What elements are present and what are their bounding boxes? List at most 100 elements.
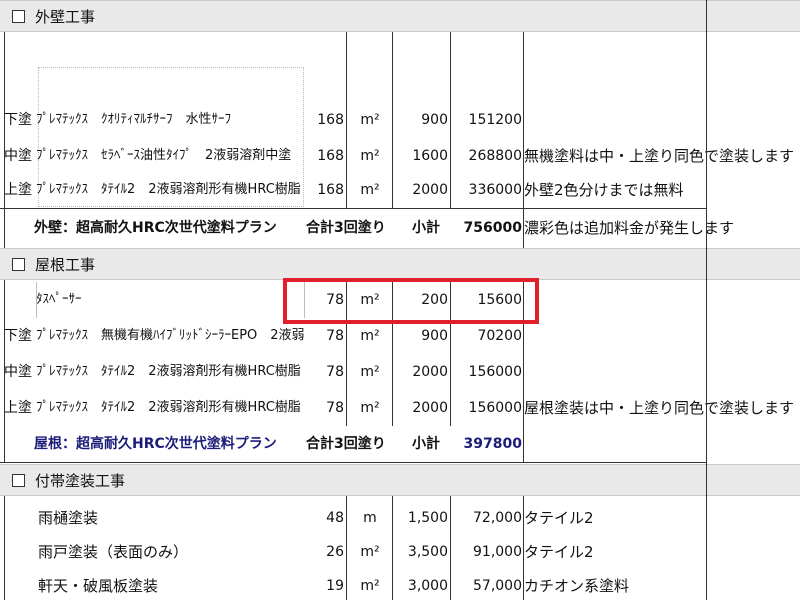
unit-price: 900 bbox=[421, 112, 448, 128]
subtotal: 156000 bbox=[468, 400, 522, 416]
unit: m² bbox=[360, 400, 380, 416]
item-name: ﾌﾟﾚﾏﾃｯｸｽ 無機有機ﾊｲﾌﾞﾘｯﾄﾞｼｰﾗｰEPO 2液弱 bbox=[36, 328, 305, 343]
grid-line bbox=[346, 496, 347, 600]
subtotal-value: 397800 bbox=[463, 436, 522, 452]
quantity: 48 bbox=[326, 510, 344, 526]
section-header-roof[interactable]: 屋根工事 bbox=[0, 248, 706, 280]
grid-line bbox=[706, 0, 707, 600]
unit-price: 2000 bbox=[412, 182, 448, 198]
subtotal-label: 小計 bbox=[412, 220, 440, 236]
coat-label: 中塗 bbox=[4, 364, 32, 380]
unit-price: 1600 bbox=[412, 148, 448, 164]
table-row[interactable]: 雨戸塗装（表面のみ） 26 m² 3,500 91,000 タテイル2 bbox=[0, 534, 800, 570]
quantity: 78 bbox=[326, 364, 344, 380]
divider bbox=[0, 462, 706, 463]
unit-price: 1,500 bbox=[407, 510, 448, 526]
grid-line bbox=[4, 280, 5, 462]
checkbox-icon[interactable] bbox=[12, 257, 25, 271]
section-header-exterior[interactable]: 外壁工事 bbox=[0, 0, 706, 32]
table-row[interactable]: 下塗 ﾌﾟﾚﾏﾃｯｸｽ ｸｵﾘﾃｨﾏﾙﾁｻｰﾌ 水性ｻｰﾌ 168 m² 900… bbox=[0, 102, 800, 138]
quantity: 26 bbox=[326, 544, 344, 560]
quantity: 168 bbox=[317, 182, 344, 198]
unit: m bbox=[363, 510, 377, 526]
item-name: ﾌﾟﾚﾏﾃｯｸｽ ｸｵﾘﾃｨﾏﾙﾁｻｰﾌ 水性ｻｰﾌ bbox=[36, 112, 232, 127]
coat-label: 上塗 bbox=[4, 400, 32, 416]
item-name: ﾌﾟﾚﾏﾃｯｸｽ ﾀﾃｲﾙ2 2液弱溶剤形有機HRC樹脂 bbox=[36, 400, 301, 415]
item-name: ﾌﾟﾚﾏﾃｯｸｽ ﾀﾃｲﾙ2 2液弱溶剤形有機HRC樹脂 bbox=[36, 364, 301, 379]
unit-price: 2000 bbox=[412, 364, 448, 380]
unit: m² bbox=[360, 182, 380, 198]
coat-label bbox=[0, 282, 38, 318]
grid-line bbox=[392, 496, 393, 600]
subtotal-label: 小計 bbox=[412, 436, 440, 452]
subtotal: 57,000 bbox=[473, 578, 522, 594]
unit-price: 3,500 bbox=[407, 544, 448, 560]
subtotal: 151200 bbox=[468, 112, 522, 128]
unit: m² bbox=[360, 364, 380, 380]
unit-price: 2000 bbox=[412, 400, 448, 416]
table-row[interactable]: 中塗 ﾌﾟﾚﾏﾃｯｸｽ ﾀﾃｲﾙ2 2液弱溶剤形有機HRC樹脂 78 m² 20… bbox=[0, 354, 800, 390]
table-row[interactable]: 雨樋塗装 48 m 1,500 72,000 タテイル2 bbox=[0, 500, 800, 536]
unit-price: 3,000 bbox=[407, 578, 448, 594]
table-row[interactable]: 軒天・破風板塗装 19 m² 3,000 57,000 カチオン系塗料 bbox=[0, 568, 800, 604]
total-coats-label: 合計3回塗り bbox=[306, 220, 386, 236]
note: 濃彩色は追加料金が発生します bbox=[524, 219, 735, 237]
table-row[interactable]: 上塗 ﾌﾟﾚﾏﾃｯｸｽ ﾀﾃｲﾙ2 2液弱溶剤形有機HRC樹脂 78 m² 20… bbox=[0, 390, 800, 426]
subtotal: 91,000 bbox=[473, 544, 522, 560]
item-name: ﾌﾟﾚﾏﾃｯｸｽ ｾﾗﾍﾞｰｽ油性ﾀｲﾌﾟ 2液弱溶剤中塗 bbox=[36, 148, 292, 163]
note: カチオン系塗料 bbox=[524, 577, 630, 595]
quantity: 19 bbox=[326, 578, 344, 594]
summary-row-roof: 屋根：超高耐久HRC次世代塗料プラン 合計3回塗り 小計 397800 bbox=[0, 426, 800, 462]
coat-label: 下塗 bbox=[4, 112, 32, 128]
section-title: 付帯塗装工事 bbox=[35, 471, 126, 490]
unit: m² bbox=[360, 578, 380, 594]
item-name: ﾀｽﾍﾟｰｻｰ bbox=[36, 292, 82, 307]
checkbox-icon[interactable] bbox=[12, 9, 25, 23]
item-name: 雨戸塗装（表面のみ） bbox=[38, 543, 189, 561]
subtotal: 268800 bbox=[468, 148, 522, 164]
note: タテイル2 bbox=[524, 543, 594, 561]
unit: m² bbox=[360, 544, 380, 560]
coat-label: 上塗 bbox=[4, 182, 32, 198]
header-filler bbox=[706, 248, 800, 280]
divider bbox=[0, 208, 706, 209]
table-row[interactable]: 中塗 ﾌﾟﾚﾏﾃｯｸｽ ｾﾗﾍﾞｰｽ油性ﾀｲﾌﾟ 2液弱溶剤中塗 168 m² … bbox=[0, 138, 800, 174]
plan-name: 屋根：超高耐久HRC次世代塗料プラン bbox=[34, 436, 277, 452]
unit: m² bbox=[360, 112, 380, 128]
grid-line bbox=[523, 32, 524, 248]
total-coats-label: 合計3回塗り bbox=[306, 436, 386, 452]
grid-line bbox=[392, 32, 393, 208]
item-name: ﾌﾟﾚﾏﾃｯｸｽ ﾀﾃｲﾙ2 2液弱溶剤形有機HRC樹脂 bbox=[36, 182, 301, 197]
section-title: 屋根工事 bbox=[35, 255, 96, 274]
grid-line bbox=[523, 496, 524, 600]
subtotal: 72,000 bbox=[473, 510, 522, 526]
quantity: 78 bbox=[326, 400, 344, 416]
grid-line bbox=[346, 32, 347, 208]
item-name: 雨樋塗装 bbox=[38, 509, 99, 527]
table-row[interactable]: 上塗 ﾌﾟﾚﾏﾃｯｸｽ ﾀﾃｲﾙ2 2液弱溶剤形有機HRC樹脂 168 m² 2… bbox=[0, 172, 800, 208]
estimate-sheet: 外壁工事 下塗 ﾌﾟﾚﾏﾃｯｸｽ ｸｵﾘﾃｨﾏﾙﾁｻｰﾌ 水性ｻｰﾌ 168 m… bbox=[0, 0, 800, 600]
plan-name: 外壁：超高耐久HRC次世代塗料プラン bbox=[34, 220, 277, 236]
header-filler bbox=[706, 464, 800, 496]
summary-row-exterior: 外壁：超高耐久HRC次世代塗料プラン 合計3回塗り 小計 756000 濃彩色は… bbox=[0, 210, 800, 246]
unit: m² bbox=[360, 148, 380, 164]
note: 無機塗料は中・上塗り同色で塗装します bbox=[524, 147, 795, 165]
quantity: 168 bbox=[317, 112, 344, 128]
quantity: 168 bbox=[317, 148, 344, 164]
note: タテイル2 bbox=[524, 509, 594, 527]
item-name: 軒天・破風板塗装 bbox=[38, 577, 159, 595]
grid-line bbox=[4, 32, 5, 248]
section-header-extra[interactable]: 付帯塗装工事 bbox=[0, 464, 706, 496]
subtotal-value: 756000 bbox=[463, 220, 522, 236]
grid-line bbox=[4, 496, 5, 600]
header-filler bbox=[706, 0, 800, 32]
grid-line bbox=[450, 32, 451, 208]
checkbox-icon[interactable] bbox=[12, 473, 25, 487]
coat-label: 下塗 bbox=[4, 328, 32, 344]
highlight-box bbox=[283, 278, 539, 324]
grid-line bbox=[450, 496, 451, 600]
section-title: 外壁工事 bbox=[35, 7, 96, 26]
subtotal: 336000 bbox=[468, 182, 522, 198]
note: 屋根塗装は中・上塗り同色で塗装します bbox=[524, 399, 795, 417]
subtotal: 156000 bbox=[468, 364, 522, 380]
